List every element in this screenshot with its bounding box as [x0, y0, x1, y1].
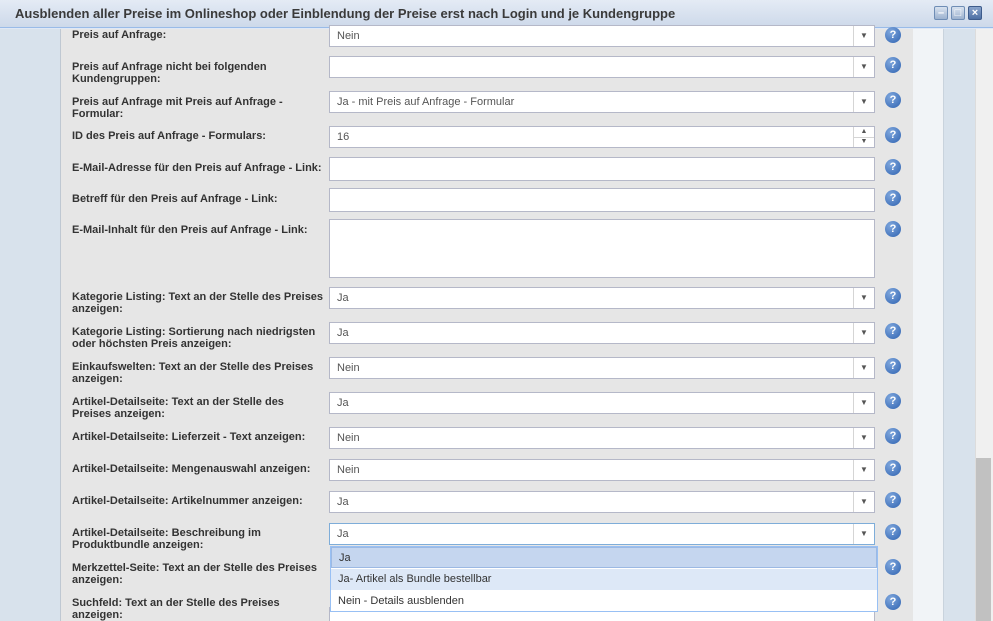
form-label: Preis auf Anfrage:	[72, 29, 167, 41]
form-label: E-Mail-Adresse für den Preis auf Anfrage…	[72, 162, 322, 174]
help-icon[interactable]: ?	[885, 594, 901, 610]
dropdown-option[interactable]: Ja- Artikel als Bundle bestellbar	[331, 569, 877, 590]
formular-select[interactable]: Ja - mit Preis auf Anfrage - Formular ▼	[329, 91, 875, 113]
chevron-down-icon[interactable]: ▼	[853, 428, 874, 448]
kategorie-listing-text-select[interactable]: Ja ▼	[329, 287, 875, 309]
formular-id-number-field[interactable]: 16 ▲ ▼	[329, 126, 875, 148]
dropdown-option[interactable]: Nein - Details ausblenden	[331, 591, 877, 612]
close-icon[interactable]: ×	[968, 6, 982, 20]
window-title: Ausblenden aller Preise im Onlineshop od…	[15, 6, 676, 21]
spinner-down-icon[interactable]: ▼	[854, 137, 874, 147]
form-label: Kategorie Listing: Text an der Stelle de…	[72, 291, 324, 315]
help-icon[interactable]: ?	[885, 358, 901, 374]
artikel-detail-text-select[interactable]: Ja ▼	[329, 392, 875, 414]
chevron-down-icon[interactable]: ▼	[853, 492, 874, 512]
help-icon[interactable]: ?	[885, 57, 901, 73]
select-value: Ja	[337, 528, 349, 540]
help-icon[interactable]: ?	[885, 393, 901, 409]
chevron-down-icon[interactable]: ▼	[853, 524, 874, 544]
select-value: Ja	[337, 327, 349, 339]
chevron-down-icon[interactable]: ▼	[853, 288, 874, 308]
chevron-down-icon[interactable]: ▼	[853, 92, 874, 112]
help-icon[interactable]: ?	[885, 127, 901, 143]
number-spinner[interactable]: ▲ ▼	[853, 127, 874, 147]
produktbundle-select[interactable]: Ja ▼	[329, 523, 875, 545]
panel-border	[913, 29, 944, 621]
form-label: Betreff für den Preis auf Anfrage - Link…	[72, 193, 278, 205]
email-address-field[interactable]	[329, 157, 875, 181]
form-label: Artikel-Detailseite: Text an der Stelle …	[72, 396, 284, 420]
help-icon[interactable]: ?	[885, 288, 901, 304]
help-icon[interactable]: ?	[885, 559, 901, 575]
maximize-icon[interactable]: □	[951, 6, 965, 20]
betreff-field[interactable]	[329, 188, 875, 212]
help-icon[interactable]: ?	[885, 221, 901, 237]
help-icon[interactable]: ?	[885, 92, 901, 108]
chevron-down-icon[interactable]: ▼	[853, 358, 874, 378]
help-icon[interactable]: ?	[885, 159, 901, 175]
select-value: Ja	[337, 397, 349, 409]
form-label: Artikel-Detailseite: Lieferzeit - Text a…	[72, 431, 306, 443]
help-icon[interactable]: ?	[885, 460, 901, 476]
select-value: Nein	[337, 362, 360, 374]
form-label: Suchfeld: Text an der Stelle des Preises…	[72, 597, 280, 621]
form-label: E-Mail-Inhalt für den Preis auf Anfrage …	[72, 224, 308, 236]
artikelnummer-select[interactable]: Ja ▼	[329, 491, 875, 513]
help-icon[interactable]: ?	[885, 27, 901, 43]
form-label: Preis auf Anfrage nicht bei folgenden Ku…	[72, 61, 267, 85]
select-value: Nein	[337, 432, 360, 444]
dropdown-option[interactable]: Ja	[331, 547, 877, 568]
select-value: Ja	[337, 292, 349, 304]
select-value: Ja	[337, 496, 349, 508]
select-value: Nein	[337, 464, 360, 476]
form-label: Merkzettel-Seite: Text an der Stelle des…	[72, 562, 317, 586]
help-icon[interactable]: ?	[885, 492, 901, 508]
kategorie-listing-sortierung-select[interactable]: Ja ▼	[329, 322, 875, 344]
form-label: Preis auf Anfrage mit Preis auf Anfrage …	[72, 96, 283, 120]
preis-auf-anfrage-select[interactable]: Nein ▼	[329, 25, 875, 47]
form-label: Kategorie Listing: Sortierung nach niedr…	[72, 326, 316, 350]
form-label: ID des Preis auf Anfrage - Formulars:	[72, 130, 266, 142]
minimize-icon[interactable]: –	[934, 6, 948, 20]
form-label: Artikel-Detailseite: Beschreibung im Pro…	[72, 527, 261, 551]
form-label: Einkaufswelten: Text an der Stelle des P…	[72, 361, 314, 385]
help-icon[interactable]: ?	[885, 428, 901, 444]
help-icon[interactable]: ?	[885, 190, 901, 206]
help-icon[interactable]: ?	[885, 524, 901, 540]
kundengruppen-select[interactable]: ▼	[329, 56, 875, 78]
help-icon[interactable]: ?	[885, 323, 901, 339]
einkaufswelten-select[interactable]: Nein ▼	[329, 357, 875, 379]
chevron-down-icon[interactable]: ▼	[853, 323, 874, 343]
chevron-down-icon[interactable]: ▼	[853, 57, 874, 77]
chevron-down-icon[interactable]: ▼	[853, 393, 874, 413]
select-value: Ja - mit Preis auf Anfrage - Formular	[337, 96, 515, 108]
chevron-down-icon[interactable]: ▼	[853, 460, 874, 480]
email-inhalt-textarea[interactable]	[329, 219, 875, 278]
chevron-down-icon[interactable]: ▼	[853, 26, 874, 46]
mengenauswahl-select[interactable]: Nein ▼	[329, 459, 875, 481]
lieferzeit-select[interactable]: Nein ▼	[329, 427, 875, 449]
scrollbar-thumb[interactable]	[976, 458, 991, 621]
number-value: 16	[337, 131, 350, 143]
select-value: Nein	[337, 30, 360, 42]
form-label: Artikel-Detailseite: Artikelnummer anzei…	[72, 495, 303, 507]
dropdown-list: Ja Ja- Artikel als Bundle bestellbar Nei…	[330, 546, 878, 612]
window-titlebar: Ausblenden aller Preise im Onlineshop od…	[0, 0, 993, 28]
form-label: Artikel-Detailseite: Mengenauswahl anzei…	[72, 463, 311, 475]
